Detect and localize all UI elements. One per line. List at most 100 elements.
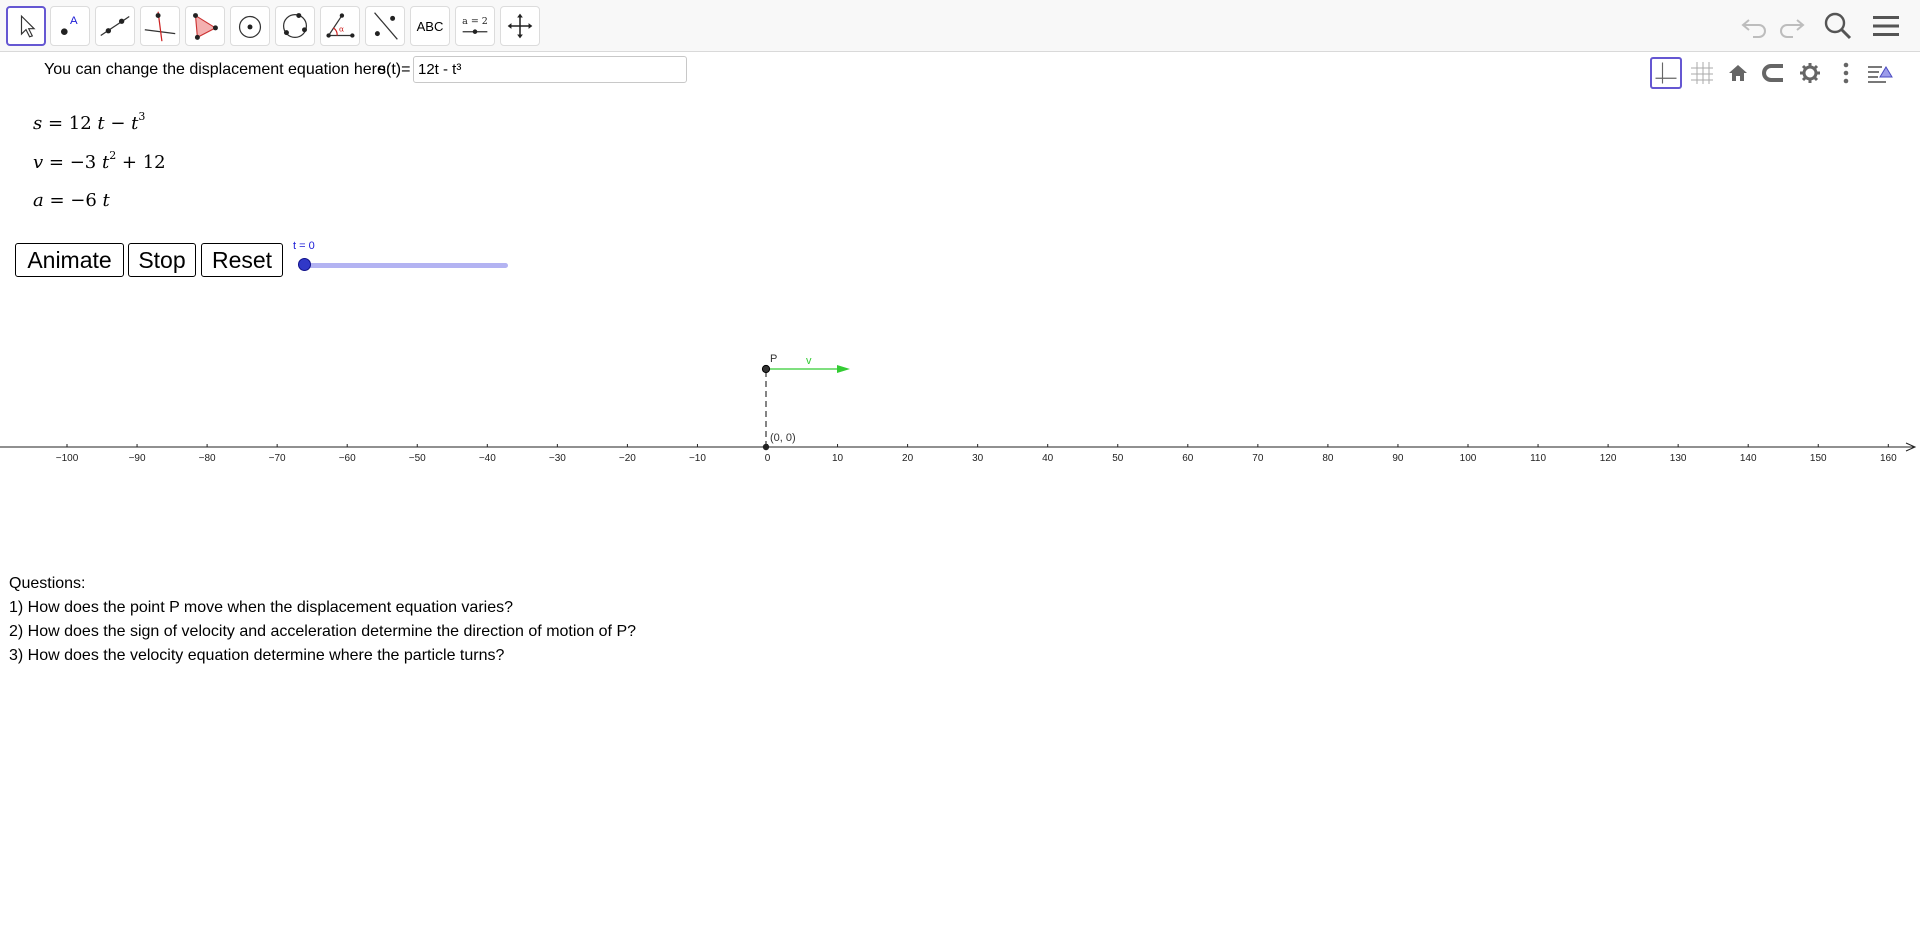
x-tick-label: 60 — [1182, 453, 1194, 464]
redo-icon — [1780, 19, 1805, 38]
polygon-tool-button[interactable] — [185, 6, 225, 46]
search-icon — [1824, 12, 1852, 40]
x-tick-label: 110 — [1530, 453, 1546, 464]
s-eq: = 12 — [42, 113, 98, 134]
undo-icon — [1741, 19, 1766, 38]
svg-text:α: α — [339, 25, 344, 34]
reflect-about-line-icon — [374, 12, 398, 40]
move-tool-button[interactable] — [6, 6, 46, 46]
x-tick-label: 30 — [972, 453, 984, 464]
circle-three-points-tool-button[interactable] — [275, 6, 315, 46]
circle-center-point-tool-button[interactable] — [230, 6, 270, 46]
x-tick-label: 50 — [1112, 453, 1124, 464]
x-tick-label: 150 — [1810, 453, 1827, 464]
v-lhs: v — [33, 152, 44, 173]
x-tick-label: 10 — [832, 453, 844, 464]
more-options-button[interactable] — [1830, 57, 1862, 89]
move-graphics-view-tool-button[interactable] — [500, 6, 540, 46]
x-tick-label: −80 — [199, 453, 216, 464]
slider-icon: a = 2 — [462, 16, 488, 34]
reflect-tool-button[interactable] — [365, 6, 405, 46]
a-lhs: a — [33, 190, 44, 211]
acceleration-formula: a = −6 t — [33, 190, 110, 211]
axes-toggle-button[interactable] — [1650, 57, 1682, 89]
grid-toggle-icon — [1691, 62, 1713, 84]
home-view-button[interactable] — [1722, 57, 1754, 89]
graphics-style-bar — [1646, 55, 1893, 93]
x-tick-label: 40 — [1042, 453, 1054, 464]
velocity-vector-arrowhead — [837, 365, 850, 373]
input-instruction-text: You can change the displacement equation… — [44, 61, 391, 78]
question-2: 2) How does the sign of velocity and acc… — [9, 623, 637, 640]
undo-button[interactable] — [1737, 8, 1773, 44]
x-tick-label: −40 — [479, 453, 496, 464]
move-view-icon — [507, 13, 533, 39]
x-tick-label: 120 — [1600, 453, 1617, 464]
main-menu-button[interactable] — [1868, 8, 1904, 44]
home-icon — [1729, 65, 1747, 81]
slider-tool-label: a = 2 — [462, 16, 488, 27]
origin-label: (0, 0) — [770, 432, 796, 444]
graphics-view[interactable]: −100 −90 −80 −70 −60 −50 −40 −30 −20 −10 0 10 20 30 40… — [0, 340, 1920, 480]
origin-point — [762, 443, 770, 451]
v-rest: + 12 — [116, 152, 166, 173]
a-eq: = −6 — [43, 190, 103, 211]
redo-button[interactable] — [1773, 8, 1809, 44]
x-tick-label: −60 — [339, 453, 356, 464]
s-lhs: s — [33, 113, 43, 134]
x-tick-label: 70 — [1252, 453, 1264, 464]
point-p[interactable] — [761, 364, 771, 374]
polygon-icon — [193, 13, 218, 40]
x-tick-label: 20 — [902, 453, 914, 464]
velocity-formula: v = −3 t2 + 12 — [33, 149, 166, 173]
perpendicular-line-icon — [144, 11, 176, 42]
graphics-settings-button[interactable] — [1794, 57, 1826, 89]
toolbar: A α ABC a = 2 — [0, 0, 1920, 52]
angle-tool-button[interactable]: α — [320, 6, 360, 46]
x-tick-label: 130 — [1670, 453, 1687, 464]
line-tool-button[interactable] — [95, 6, 135, 46]
search-button[interactable] — [1820, 8, 1856, 44]
point-p-label: P — [770, 353, 777, 365]
point-tool-button[interactable]: A — [50, 6, 90, 46]
input-prefix-label: s(t)= — [378, 61, 411, 78]
point-icon: A — [60, 15, 78, 36]
stop-button[interactable]: Stop — [128, 243, 196, 277]
t-slider-knob[interactable] — [298, 258, 311, 271]
grid-toggle-button[interactable] — [1686, 57, 1718, 89]
algebra-view-toggle-button[interactable] — [1864, 57, 1896, 89]
text-tool-button[interactable]: ABC — [410, 6, 450, 46]
displacement-equation-input[interactable] — [413, 56, 687, 83]
circle-three-points-icon — [282, 13, 308, 39]
x-tick-label: 80 — [1322, 453, 1334, 464]
question-3: 3) How does the velocity equation determ… — [9, 647, 505, 664]
slider-tool-button[interactable]: a = 2 — [455, 6, 495, 46]
displacement-formula: s = 12 t − t3 — [33, 110, 145, 134]
x-tick-label: −30 — [549, 453, 566, 464]
settings-icon — [1800, 63, 1820, 83]
circle-center-icon — [238, 15, 262, 39]
x-tick-label: −20 — [619, 453, 636, 464]
point-tool-label: A — [70, 15, 78, 27]
perpendicular-line-tool-button[interactable] — [140, 6, 180, 46]
x-tick-label: −70 — [269, 453, 286, 464]
axes-toggle-icon — [1655, 62, 1677, 84]
algebra-view-toggle-icon — [1868, 66, 1893, 83]
s-exponent: 3 — [138, 110, 146, 123]
t-slider-caption: t = 0 — [293, 240, 315, 252]
x-tick-label: −10 — [689, 453, 706, 464]
line-through-points-icon — [100, 15, 130, 37]
t-slider-track[interactable] — [302, 263, 508, 268]
x-tick-label: 160 — [1880, 453, 1897, 464]
reset-button[interactable]: Reset — [201, 243, 283, 277]
arrow-cursor-icon — [20, 14, 36, 38]
point-capturing-button[interactable] — [1758, 57, 1790, 89]
more-vertical-icon — [1843, 62, 1849, 84]
question-1: 1) How does the point P move when the di… — [9, 599, 514, 616]
x-tick-label: −100 — [56, 453, 79, 464]
menu-icon — [1873, 16, 1899, 36]
a-t: t — [102, 190, 110, 211]
s-minus: − — [104, 113, 132, 134]
animate-button[interactable]: Animate — [15, 243, 124, 277]
questions-title: Questions: — [9, 575, 86, 592]
